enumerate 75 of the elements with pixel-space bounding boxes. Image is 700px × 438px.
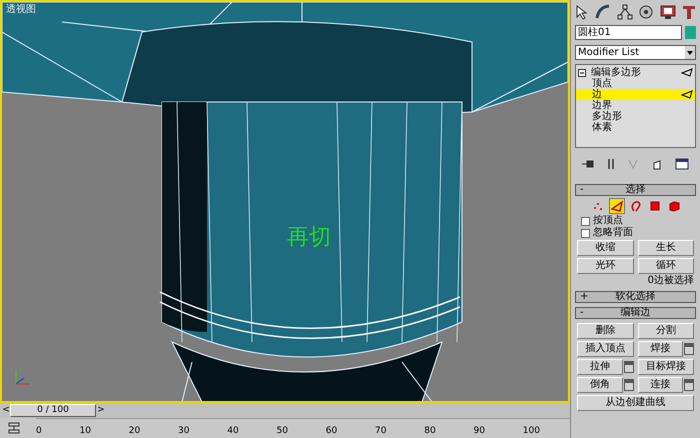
viewport-label: 透视图 — [6, 2, 36, 17]
curve-icon[interactable] — [595, 4, 612, 20]
command-button[interactable]: 目标焊接 — [638, 359, 694, 375]
rollout-title: 选择 — [624, 185, 646, 195]
wheel-icon[interactable] — [638, 4, 654, 20]
command-button[interactable]: 分割 — [638, 323, 694, 339]
frame-tick-label: 10 — [80, 427, 91, 436]
monitor-icon[interactable] — [660, 4, 676, 20]
command-button[interactable]: 插入顶点 — [577, 341, 634, 357]
stack-item[interactable]: 编辑多边形 — [576, 67, 695, 78]
dots-icon — [592, 200, 604, 212]
frame-tick-label: 40 — [227, 427, 239, 436]
rollout-title: 编辑边 — [620, 308, 652, 318]
edge-mode-button[interactable] — [608, 198, 624, 214]
modifier-list-dropdown[interactable]: Modifier List — [575, 45, 696, 60]
command-button[interactable]: 循环 — [638, 258, 694, 274]
square-icon — [648, 200, 660, 212]
collapse-icon — [578, 68, 586, 76]
settings-button[interactable] — [684, 343, 694, 355]
frame-tick-label: 80 — [424, 427, 436, 436]
rollout-header[interactable]: + 软化选择 — [575, 291, 696, 303]
track-bar[interactable]: 0 10 20 30 40 50 60 70 80 90 100 — [36, 418, 570, 438]
command-button[interactable]: 拉伸 — [577, 359, 622, 375]
frame-tick-label: 90 — [474, 427, 485, 436]
edge-icon — [681, 68, 693, 77]
checkbox-label: 按顶点 — [593, 216, 623, 226]
frame-tick-label: 70 — [375, 427, 386, 436]
time-slider-thumb[interactable]: 0 / 100 — [10, 404, 96, 417]
hammer-icon[interactable] — [681, 4, 698, 20]
checkbox[interactable] — [581, 216, 590, 226]
command-button[interactable]: 从边创建曲线 — [577, 395, 694, 411]
frame-tick-label: 100 — [522, 427, 540, 436]
dropdown-caret-icon — [685, 46, 695, 59]
axis-tripod-icon — [16, 370, 30, 384]
viewport[interactable]: 透视图 再切 — [0, 0, 570, 403]
command-button[interactable]: 倒角 — [577, 377, 622, 393]
checkbox[interactable] — [581, 228, 590, 238]
command-button[interactable]: 焊接 — [638, 341, 683, 357]
annotation-text: 再切 — [287, 227, 331, 249]
settings-button[interactable] — [624, 361, 634, 373]
command-button[interactable]: 光环 — [577, 258, 634, 274]
rollout-title: 软化选择 — [614, 292, 656, 302]
settings-button[interactable] — [624, 379, 634, 391]
object-name-field[interactable]: 圆柱01 — [575, 25, 682, 40]
frame-tick-label: 50 — [276, 427, 288, 436]
frame-tick-label: 30 — [178, 427, 190, 436]
command-button[interactable]: 生长 — [638, 240, 694, 256]
selection-status: 0边被选择 — [646, 276, 695, 286]
rollout-header[interactable]: - 编辑边 — [575, 307, 696, 319]
stack-item[interactable]: 顶点 — [576, 78, 695, 89]
stack-item[interactable]: 体素 — [576, 122, 695, 133]
command-button[interactable]: 收缩 — [577, 240, 634, 256]
settings-button[interactable] — [684, 379, 694, 391]
rollout-toggle[interactable]: - — [580, 308, 596, 318]
stack-item[interactable]: 多边形 — [576, 111, 695, 122]
command-button[interactable]: 删除 — [577, 323, 634, 339]
stack-item[interactable]: 边界 — [576, 100, 695, 111]
edge-icon — [681, 90, 693, 99]
configure-icon — [675, 158, 690, 170]
pin-icon — [582, 159, 594, 169]
object-color-swatch[interactable] — [685, 26, 696, 39]
rollout-header[interactable]: - 选择 — [575, 184, 696, 196]
time-next-button[interactable]: > — [96, 406, 106, 415]
frame-tick-label: 0 — [36, 427, 42, 436]
rollout-toggle[interactable]: - — [580, 185, 596, 195]
checkbox-label: 忽略背面 — [593, 228, 633, 238]
frame-tick-label: 20 — [128, 427, 140, 436]
frame-tick-label: 60 — [326, 427, 338, 436]
command-button[interactable]: 连接 — [638, 377, 683, 393]
curve-editor-icon[interactable] — [8, 422, 20, 434]
arrow-cursor-icon[interactable] — [574, 4, 590, 20]
stack-item[interactable]: 边 — [576, 89, 695, 100]
time-prev-button[interactable]: < — [2, 406, 10, 415]
rollout-toggle[interactable]: + — [580, 292, 596, 302]
hierarchy-icon[interactable] — [616, 4, 633, 20]
